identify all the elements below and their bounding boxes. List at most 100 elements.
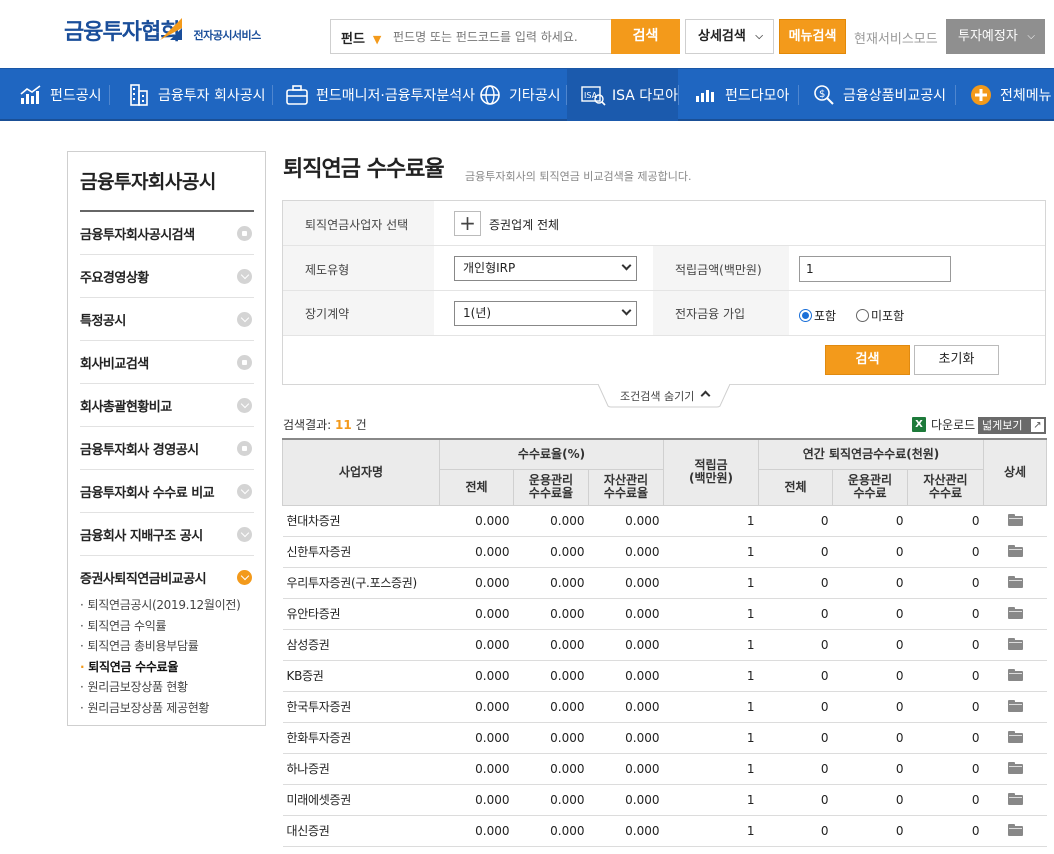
fee-total-cell: 0 (758, 567, 833, 599)
table-row: 현대차증권 0.000 0.000 0.000 1 0 0 0 (282, 505, 1047, 537)
amount-input[interactable]: 1 (799, 256, 951, 282)
bullet-icon: · (80, 639, 84, 653)
sidebar-item-label: 회사비교검색 (80, 356, 149, 372)
company-cell: 하나증권 (282, 753, 440, 785)
nav-all-menu[interactable]: 전체메뉴 (968, 69, 1052, 121)
sidebar-sub-item-active[interactable]: · 퇴직연금 수수료율 (80, 658, 260, 679)
sidebar-item-fee-compare[interactable]: 금융투자회사 수수료 비교 (80, 470, 254, 513)
nav-fund-disclosure[interactable]: 펀드공시 (18, 69, 102, 121)
folder-icon[interactable] (1007, 607, 1023, 619)
folder-icon[interactable] (1007, 638, 1023, 650)
folder-icon[interactable] (1007, 824, 1023, 836)
rate-mgmt-cell: 0.000 (513, 691, 589, 723)
sidebar-item-management-disclosure[interactable]: 금융투자회사 경영공시 (80, 427, 254, 470)
download-button[interactable]: X 다운로드 (912, 416, 975, 433)
nav-fund-damoa[interactable]: 펀드다모아 (693, 69, 789, 121)
sidebar-sub-item[interactable]: · 퇴직연금공시(2019.12월이전) (80, 596, 260, 617)
toggle-filter-label: 조건검색 숨기기 (620, 390, 695, 403)
company-cell: 대신증권 (282, 815, 440, 847)
col-annual-fee-group: 연간 퇴직연금수수료(천원) (757, 438, 985, 470)
detail-search-label: 상세검색 (698, 29, 746, 44)
rate-total-cell: 0.000 (439, 598, 514, 630)
folder-icon[interactable] (1007, 669, 1023, 681)
nav-product-compare[interactable]: $ 금융상품비교공시 (811, 69, 946, 121)
table-row: 미래에셋증권 0.000 0.000 0.000 1 0 0 0 (282, 784, 1047, 816)
wide-view-label: 넓게보기 (982, 419, 1023, 432)
filter-search-button[interactable]: 검색 (825, 345, 910, 375)
folder-icon[interactable] (1007, 762, 1023, 774)
square-dot-icon (237, 226, 252, 241)
detail-cell (983, 815, 1047, 847)
rate-asset-cell: 0.000 (588, 567, 664, 599)
fee-mgmt-cell: 0 (832, 722, 908, 754)
folder-icon[interactable] (1007, 793, 1023, 805)
fund-search-button[interactable]: 검색 (611, 19, 680, 54)
system-type-select[interactable]: 개인형IRP (454, 256, 637, 281)
col-rate-asset: 자산관리 수수료율 (588, 468, 664, 506)
add-provider-button[interactable]: + (454, 211, 481, 236)
sidebar-item-company-compare[interactable]: 회사비교검색 (80, 341, 254, 384)
fund-search-input[interactable] (393, 27, 608, 47)
table-row: 하나증권 0.000 0.000 0.000 1 0 0 0 (282, 753, 1047, 785)
folder-icon[interactable] (1007, 545, 1023, 557)
coin-search-icon: $ (811, 82, 837, 108)
folder-icon[interactable] (1007, 700, 1023, 712)
folder-icon[interactable] (1007, 731, 1023, 743)
chevron-down-icon (621, 305, 632, 316)
excel-icon: X (912, 417, 926, 432)
fee-asset-cell: 0 (907, 505, 984, 537)
fee-total-cell: 0 (758, 815, 833, 847)
rate-mgmt-cell: 0.000 (513, 567, 589, 599)
fee-asset-cell: 0 (907, 691, 984, 723)
nav-label: 전체메뉴 (1000, 88, 1052, 104)
rate-total-cell: 0.000 (439, 722, 514, 754)
rate-mgmt-cell: 0.000 (513, 722, 589, 754)
contract-select[interactable]: 1(년) (454, 301, 637, 326)
sidebar-item-governance[interactable]: 금융회사 지배구조 공시 (80, 513, 254, 556)
rate-total-cell: 0.000 (439, 753, 514, 785)
detail-cell (983, 784, 1047, 816)
fee-asset-cell: 0 (907, 753, 984, 785)
sidebar-sub-item[interactable]: · 원리금보장상품 제공현황 (80, 699, 260, 720)
sidebar-item-major-management[interactable]: 주요경영상황 (80, 255, 254, 298)
company-cell: KB증권 (282, 660, 440, 692)
contract-label: 장기계약 (305, 307, 350, 321)
reserve-cell: 1 (663, 784, 759, 816)
search-category-select[interactable]: 펀드 ▼ (341, 28, 381, 47)
nav-divider (272, 85, 273, 105)
reserve-cell: 1 (663, 660, 759, 692)
company-cell: 미래에셋증권 (282, 784, 440, 816)
folder-icon[interactable] (1007, 514, 1023, 526)
col-fee-mgmt: 운용관리 수수료 (832, 468, 908, 506)
fee-asset-cell: 0 (907, 629, 984, 661)
toggle-filter-tab[interactable]: 조건검색 숨기기 (598, 384, 730, 408)
detail-search-button[interactable]: 상세검색 ⌵ (685, 19, 774, 54)
sidebar-item-pension-compare[interactable]: 증권사퇴직연금비교공시 (80, 556, 254, 599)
reserve-cell: 1 (663, 815, 759, 847)
fee-asset-cell: 0 (907, 598, 984, 630)
wide-view-button[interactable]: 넓게보기 ↗ (978, 417, 1046, 434)
investor-mode-select[interactable]: 투자예정자 ⌵ (946, 19, 1045, 54)
fee-total-cell: 0 (758, 660, 833, 692)
sidebar-item-company-search[interactable]: 금융투자회사공시검색 (80, 212, 254, 255)
rate-asset-cell: 0.000 (588, 629, 664, 661)
bullet-icon: · (80, 618, 84, 633)
building-icon (126, 82, 152, 108)
sidebar-sub-item[interactable]: · 원리금보장상품 현황 (80, 678, 260, 699)
kofia-logo[interactable]: 금융투자협회 전자공시서비스 (64, 18, 261, 48)
efin-exclude-radio[interactable]: 미포함 (856, 307, 904, 324)
nav-fund-manager[interactable]: 펀드매니저·금융투자분석사 (284, 69, 475, 121)
sidebar-item-overview-compare[interactable]: 회사총괄현황비교 (80, 384, 254, 427)
nav-isa-damoa[interactable]: ISA ISA 다모아 (567, 69, 678, 121)
sidebar-sub-item[interactable]: · 퇴직연금 총비용부담률 (80, 637, 260, 658)
sidebar-item-specific-disclosure[interactable]: 특정공시 (80, 298, 254, 341)
nav-other-disclosure[interactable]: 기타공시 (477, 69, 561, 121)
company-cell: 유안타증권 (282, 598, 440, 630)
menu-search-button[interactable]: 메뉴검색 (779, 19, 846, 54)
folder-icon[interactable] (1007, 576, 1023, 588)
efin-include-radio[interactable]: 포함 (799, 307, 836, 324)
filter-reset-button[interactable]: 초기화 (914, 345, 999, 375)
sidebar-sub-item[interactable]: · 퇴직연금 수익률 (80, 617, 260, 638)
rate-asset-cell: 0.000 (588, 598, 664, 630)
nav-company-disclosure[interactable]: 금융투자 회사공시 (126, 69, 266, 121)
